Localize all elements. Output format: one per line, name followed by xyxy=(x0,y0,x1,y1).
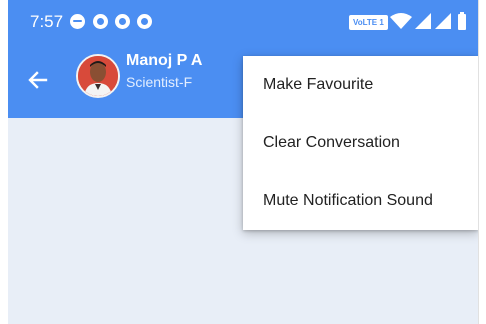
menu-item-label: Make Favourite xyxy=(263,76,374,93)
app-notification-icon xyxy=(93,14,108,29)
screen-edge-right xyxy=(478,0,486,324)
avatar-photo xyxy=(78,56,118,96)
app-screen: 7:57 VoLTE 1 Manoj P A Scientist-F Make … xyxy=(8,0,478,324)
signal-icon xyxy=(415,13,431,29)
volte-badge: VoLTE 1 xyxy=(349,15,388,30)
menu-item-label: Mute Notification Sound xyxy=(263,192,433,209)
app-notification-icon xyxy=(115,14,130,29)
wifi-icon xyxy=(390,13,412,29)
contact-name[interactable]: Manoj P A xyxy=(126,52,202,70)
back-button[interactable] xyxy=(22,64,54,96)
app-notification-icon xyxy=(137,14,152,29)
menu-item-clear-conversation[interactable]: Clear Conversation xyxy=(243,114,478,172)
status-bar: 7:57 VoLTE 1 xyxy=(8,0,478,42)
menu-item-label: Clear Conversation xyxy=(263,134,400,151)
back-arrow-icon xyxy=(28,71,48,89)
contact-avatar[interactable] xyxy=(76,54,120,98)
signal-icon xyxy=(435,13,451,29)
menu-item-mute-notification-sound[interactable]: Mute Notification Sound xyxy=(243,172,478,230)
contact-role: Scientist-F xyxy=(126,74,193,90)
chat-bubble-icon xyxy=(70,14,85,29)
battery-icon xyxy=(458,12,466,30)
menu-item-make-favourite[interactable]: Make Favourite xyxy=(243,56,478,114)
overflow-menu: Make Favourite Clear Conversation Mute N… xyxy=(243,56,478,230)
status-time: 7:57 xyxy=(30,12,64,31)
